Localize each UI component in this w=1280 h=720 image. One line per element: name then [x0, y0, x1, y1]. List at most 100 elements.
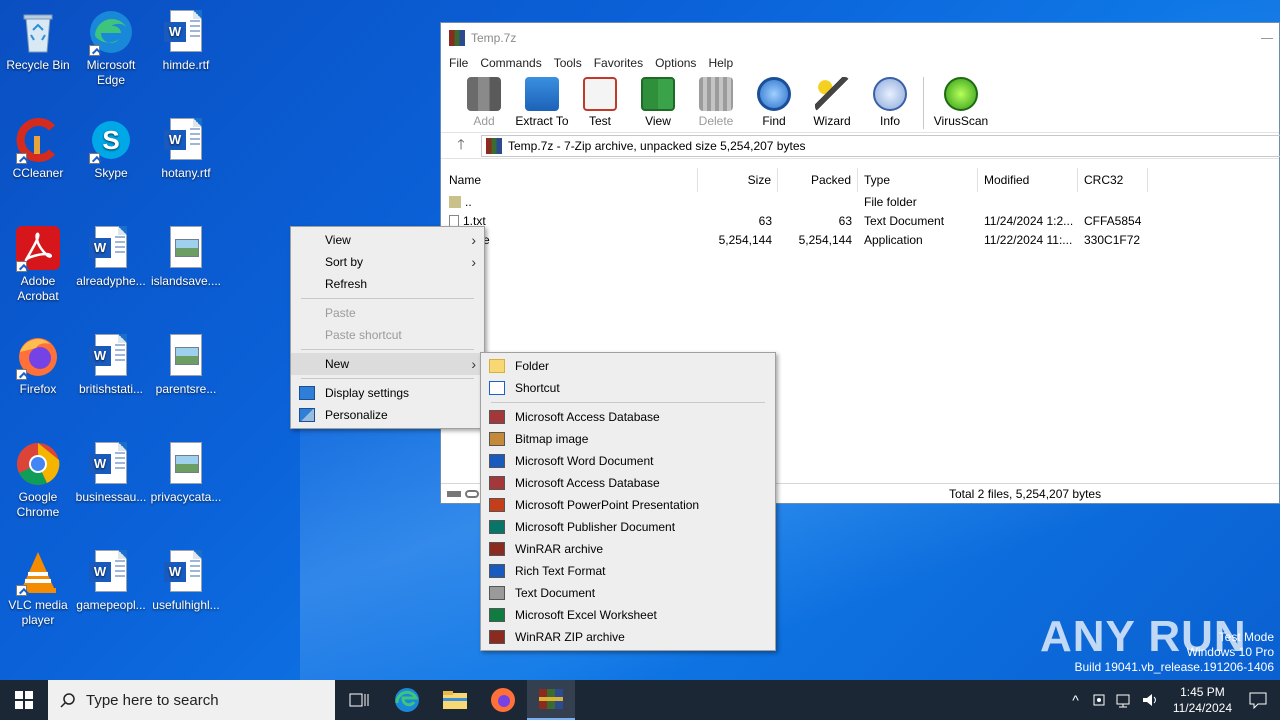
info-button[interactable]: Info: [861, 77, 919, 128]
clock-time: 1:45 PM: [1180, 685, 1225, 699]
network-icon[interactable]: [1115, 692, 1133, 708]
taskbar-clock[interactable]: 1:45 PM 11/24/2024: [1163, 684, 1242, 716]
desktop-icon-chrome[interactable]: Google Chrome: [0, 440, 76, 520]
icon-label: hotany.rtf: [161, 166, 211, 180]
chevron-up-icon[interactable]: ^: [1064, 692, 1087, 708]
new-item-0[interactable]: Microsoft Access Database: [481, 406, 775, 428]
column-crc32[interactable]: CRC32: [1078, 168, 1148, 192]
new-item-10[interactable]: WinRAR ZIP archive: [481, 626, 775, 648]
taskbar-file-explorer[interactable]: [431, 680, 479, 720]
minimize-button[interactable]: [1261, 37, 1273, 39]
new-item-2[interactable]: Microsoft Word Document: [481, 450, 775, 472]
column-size[interactable]: Size: [698, 168, 778, 192]
firefox-icon: [14, 332, 62, 380]
desktop-icon-recycle-bin[interactable]: Recycle Bin: [0, 8, 76, 73]
taskbar-edge[interactable]: [383, 680, 431, 720]
new-item-8[interactable]: Text Document: [481, 582, 775, 604]
desktop-icon-businessau[interactable]: W businessau...: [73, 440, 149, 505]
desktop-icon-ccleaner[interactable]: CCleaner: [0, 116, 76, 181]
menu-file[interactable]: File: [443, 56, 474, 70]
column-name[interactable]: Name: [443, 168, 698, 192]
desktop-icon-alreadyphe[interactable]: W alreadyphe...: [73, 224, 149, 289]
column-packed[interactable]: Packed: [778, 168, 858, 192]
desktop-icon-parentsre[interactable]: parentsre...: [148, 332, 224, 397]
desktop-icon-privacycata[interactable]: privacycata...: [148, 440, 224, 505]
menu-tools[interactable]: Tools: [548, 56, 588, 70]
menu-item-refresh[interactable]: Refresh: [291, 273, 484, 295]
menu-item-view[interactable]: View ›: [291, 229, 484, 251]
desktop-icon-britishstati[interactable]: W britishstati...: [73, 332, 149, 397]
new-item-label: Microsoft Publisher Document: [515, 520, 676, 534]
new-shortcut-item[interactable]: Shortcut: [481, 377, 775, 399]
menu-item-paste-shortcut[interactable]: Paste shortcut: [291, 324, 484, 346]
menu-item-paste[interactable]: Paste: [291, 302, 484, 324]
taskbar-search-box[interactable]: Type here to search: [48, 680, 335, 720]
up-arrow-icon[interactable]: 🡑: [441, 134, 481, 158]
menu-item-display-settings[interactable]: Display settings: [291, 382, 484, 404]
security-icon[interactable]: [1091, 692, 1107, 708]
taskbar-firefox[interactable]: [479, 680, 527, 720]
icon-label: britishstati...: [78, 382, 144, 396]
desktop-icon-gamepeopl[interactable]: W gamepeopl...: [73, 548, 149, 613]
extract-to-button[interactable]: Extract To: [513, 77, 571, 128]
new-item-3[interactable]: Microsoft Access Database: [481, 472, 775, 494]
column-modified[interactable]: Modified: [978, 168, 1078, 192]
path-text: Temp.7z - 7-Zip archive, unpacked size 5…: [508, 138, 806, 153]
wizard-button[interactable]: Wizard: [803, 77, 861, 128]
new-item-9[interactable]: Microsoft Excel Worksheet: [481, 604, 775, 626]
find-label: Find: [762, 114, 786, 128]
new-folder-item[interactable]: Folder: [481, 355, 775, 377]
find-button[interactable]: Find: [745, 77, 803, 128]
desktop-icon-vlc[interactable]: VLC media player: [0, 548, 76, 628]
new-item-5[interactable]: Microsoft Publisher Document: [481, 516, 775, 538]
task-view-button[interactable]: [335, 680, 383, 720]
icon-label: Google Chrome: [16, 490, 60, 519]
view-button[interactable]: View: [629, 77, 687, 128]
path-field[interactable]: Temp.7z - 7-Zip archive, unpacked size 5…: [481, 134, 1280, 157]
virusscan-label: VirusScan: [933, 114, 989, 128]
chrome-icon: [14, 440, 62, 488]
table-row[interactable]: .. File folder: [443, 192, 1148, 211]
start-button[interactable]: [0, 680, 48, 720]
new-item-1[interactable]: Bitmap image: [481, 428, 775, 450]
window-titlebar[interactable]: Temp.7z: [441, 23, 1279, 53]
notification-icon[interactable]: [1248, 691, 1268, 709]
desktop-icon-himde[interactable]: W himde.rtf: [148, 8, 224, 73]
desktop-icon-acrobat[interactable]: Adobe Acrobat: [0, 224, 76, 304]
table-row[interactable]: xe 5,254,144 5,254,144 Application 11/22…: [443, 230, 1148, 249]
add-button[interactable]: Add: [455, 77, 513, 128]
menu-commands[interactable]: Commands: [474, 56, 547, 70]
menu-options[interactable]: Options: [649, 56, 702, 70]
new-item-label: Rich Text Format: [515, 564, 606, 578]
word-doc-icon: W: [162, 116, 210, 164]
file-type-icon: [489, 608, 505, 622]
test-button[interactable]: Test: [571, 77, 629, 128]
menu-item-sort-by[interactable]: Sort by ›: [291, 251, 484, 273]
table-row[interactable]: 1.txt 63 63 Text Document 11/24/2024 1:2…: [443, 211, 1148, 230]
desktop-icon-skype[interactable]: S Skype: [73, 116, 149, 181]
desktop-icon-usefulhighl[interactable]: W usefulhighl...: [148, 548, 224, 613]
desktop-icon-islandsave[interactable]: islandsave....: [148, 224, 224, 289]
menu-item-personalize[interactable]: Personalize: [291, 404, 484, 426]
chevron-right-icon: ›: [471, 254, 476, 270]
taskbar-winrar[interactable]: [527, 680, 575, 720]
virusscan-button[interactable]: VirusScan: [928, 77, 994, 128]
menu-help[interactable]: Help: [702, 56, 739, 70]
delete-button[interactable]: Delete: [687, 77, 745, 128]
menu-favorites[interactable]: Favorites: [588, 56, 649, 70]
new-item-6[interactable]: WinRAR archive: [481, 538, 775, 560]
test-label: Test: [588, 114, 611, 128]
icon-label: Microsoft Edge: [86, 58, 136, 87]
add-label: Add: [473, 114, 495, 128]
taskbar: Type here to search ^ 1:45 PM 11/24/2024: [0, 680, 1280, 720]
menu-item-new[interactable]: New ›: [291, 353, 484, 375]
desktop-icon-firefox[interactable]: Firefox: [0, 332, 76, 397]
image-file-icon: [162, 440, 210, 488]
desktop-icon-edge[interactable]: Microsoft Edge: [73, 8, 149, 88]
new-item-4[interactable]: Microsoft PowerPoint Presentation: [481, 494, 775, 516]
volume-icon[interactable]: [1141, 692, 1159, 708]
desktop-icon-hotany[interactable]: W hotany.rtf: [148, 116, 224, 181]
new-item-7[interactable]: Rich Text Format: [481, 560, 775, 582]
acrobat-icon: [14, 224, 62, 272]
column-type[interactable]: Type: [858, 168, 978, 192]
